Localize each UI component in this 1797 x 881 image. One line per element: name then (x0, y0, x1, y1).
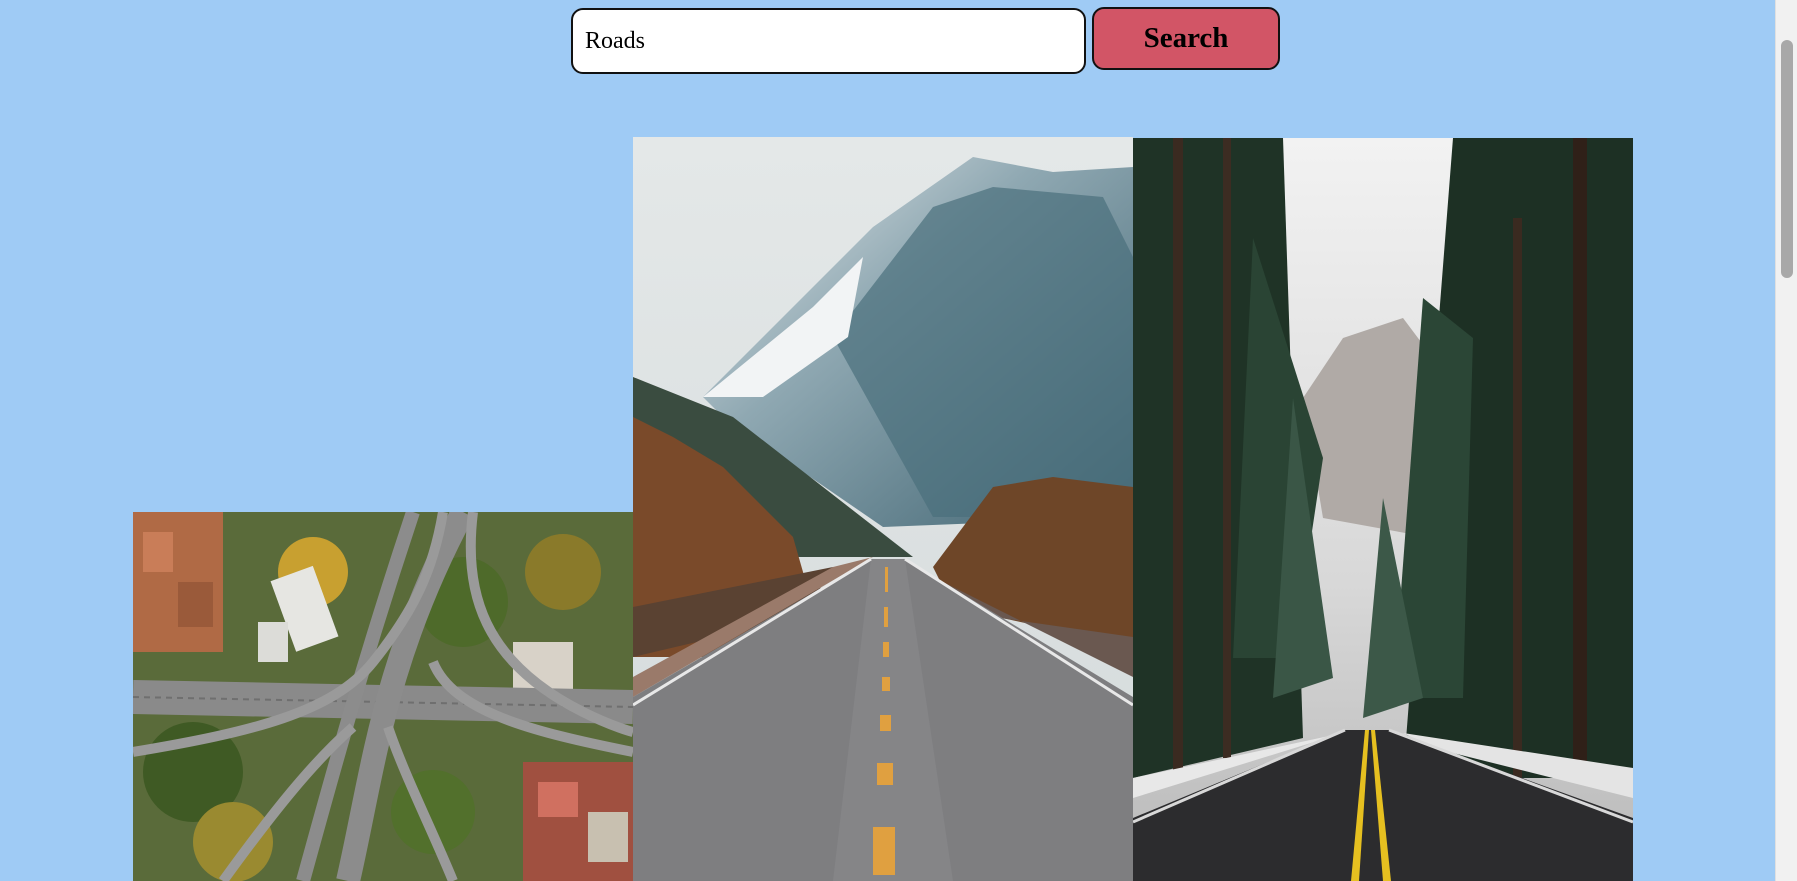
search-button[interactable]: Search (1092, 7, 1280, 70)
mountain-road-image (633, 137, 1133, 881)
search-input[interactable] (571, 8, 1086, 74)
aerial-interchange-image (133, 512, 633, 881)
image-search-page: Search (0, 0, 1797, 881)
photo-aerial-interchange[interactable] (133, 512, 633, 881)
photo-mountain-road[interactable] (633, 137, 1133, 881)
scrollbar-thumb[interactable] (1781, 40, 1793, 278)
page-scrollbar[interactable] (1775, 0, 1797, 881)
photo-forest-road[interactable] (1133, 138, 1633, 881)
forest-road-image (1133, 138, 1633, 881)
